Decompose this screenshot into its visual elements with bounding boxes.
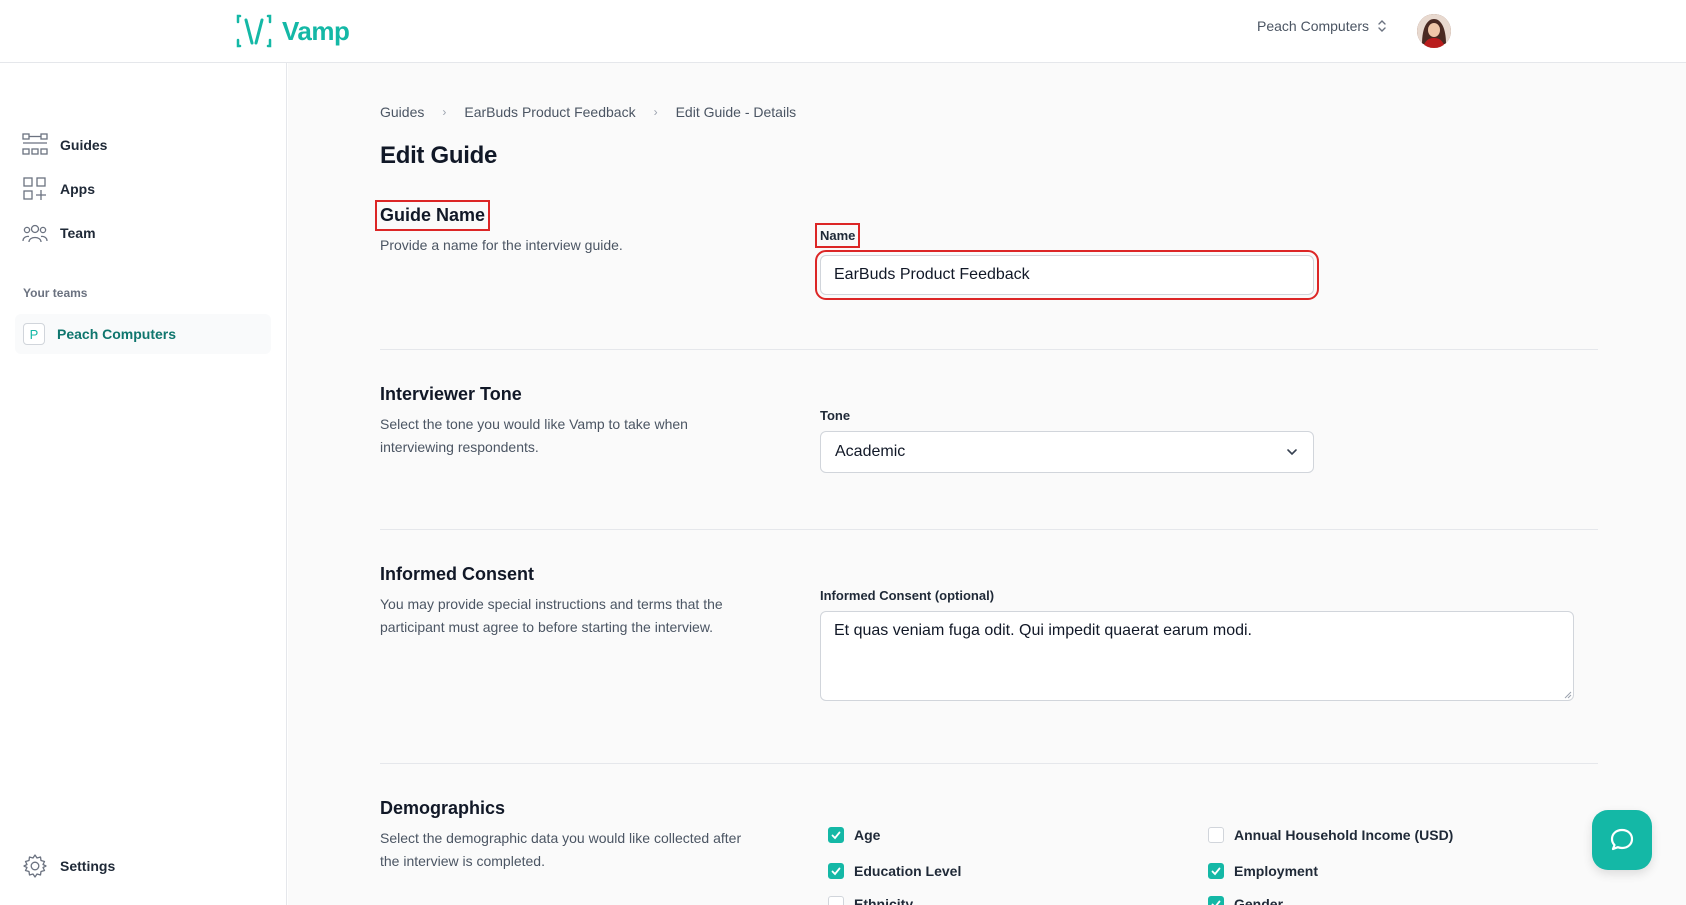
- guides-icon: [22, 133, 48, 155]
- informed-consent-description: You may provide special instructions and…: [380, 596, 723, 635]
- gear-icon: [23, 854, 47, 878]
- chevron-down-icon: [1287, 449, 1297, 456]
- team-icon: [22, 224, 48, 243]
- checkbox[interactable]: [1208, 896, 1224, 905]
- checkbox-label: Age: [854, 827, 881, 843]
- breadcrumb: Guides › EarBuds Product Feedback › Edit…: [380, 104, 796, 120]
- settings-label: Settings: [60, 858, 116, 874]
- breadcrumb-current[interactable]: Edit Guide - Details: [676, 104, 797, 120]
- guide-name-input[interactable]: [815, 250, 1319, 300]
- checkbox[interactable]: [1208, 863, 1224, 879]
- team-name: Peach Computers: [57, 326, 177, 342]
- demographic-option-income[interactable]: Annual Household Income (USD): [1208, 827, 1453, 843]
- main-content: Guides › EarBuds Product Feedback › Edit…: [288, 63, 1686, 905]
- demographic-option-ethnicity[interactable]: Ethnicity: [828, 896, 913, 905]
- checkbox[interactable]: [828, 896, 844, 905]
- demographic-option-age[interactable]: Age: [828, 827, 880, 843]
- section-divider: [380, 763, 1598, 764]
- sidebar-item-guides[interactable]: Guides: [22, 131, 107, 159]
- sidebar-item-label: Apps: [60, 181, 95, 197]
- chevron-up-down-icon: [1378, 20, 1386, 32]
- checkbox-label: Gender: [1234, 896, 1284, 905]
- your-teams-heading: Your teams: [23, 286, 88, 300]
- vamp-logo-icon: [236, 14, 272, 48]
- sidebar-item-apps[interactable]: Apps: [22, 175, 95, 203]
- brand-name: Vamp: [282, 15, 350, 46]
- sidebar-item-label: Guides: [60, 137, 108, 153]
- sidebar-item-team[interactable]: Team: [22, 219, 96, 247]
- sidebar-team-peach-computers[interactable]: P Peach Computers: [15, 314, 271, 354]
- checkbox-label: Ethnicity: [854, 896, 914, 905]
- demographics-description: Select the demographic data you would li…: [380, 830, 742, 869]
- demographic-option-gender[interactable]: Gender: [1208, 896, 1283, 905]
- sidebar: Guides Apps Team Your teams P Peach Comp…: [0, 63, 287, 905]
- tone-select-value: Academic: [835, 443, 906, 460]
- section-divider: [380, 349, 1598, 350]
- checkbox-label: Employment: [1234, 863, 1319, 879]
- sidebar-item-settings[interactable]: Settings: [22, 853, 115, 879]
- demographic-option-education[interactable]: Education Level: [828, 863, 961, 879]
- informed-consent-title: Informed Consent: [380, 564, 535, 584]
- interviewer-tone-description: Select the tone you would like Vamp to t…: [380, 416, 688, 455]
- checkmark-icon: [1211, 867, 1221, 876]
- demographic-option-employment[interactable]: Employment: [1208, 863, 1318, 879]
- team-switcher-label: Peach Computers: [1257, 18, 1370, 34]
- apps-icon: [23, 177, 46, 200]
- checkmark-icon: [831, 867, 841, 876]
- avatar-image: [1417, 14, 1451, 48]
- breadcrumb-guide[interactable]: EarBuds Product Feedback: [464, 104, 635, 120]
- checkbox[interactable]: [828, 863, 844, 879]
- checkbox[interactable]: [1208, 827, 1224, 843]
- guide-name-title: Guide Name: [374, 200, 491, 231]
- team-switcher[interactable]: Peach Computers: [1257, 18, 1387, 34]
- consent-field-label: Informed Consent (optional): [820, 588, 995, 603]
- guide-name-description: Provide a name for the interview guide.: [380, 237, 623, 253]
- checkbox[interactable]: [828, 827, 844, 843]
- vamp-logo[interactable]: Vamp: [234, 12, 350, 50]
- resize-grip-icon[interactable]: [1562, 689, 1572, 699]
- informed-consent-textarea[interactable]: Et quas veniam fuga odit. Qui impedit qu…: [820, 611, 1574, 701]
- interviewer-tone-title: Interviewer Tone: [380, 384, 522, 404]
- chat-bubble-icon: [1610, 828, 1634, 851]
- sidebar-item-label: Team: [60, 225, 96, 241]
- checkmark-icon: [831, 831, 841, 840]
- top-bar: Vamp Peach Computers: [0, 0, 1686, 63]
- checkmark-icon: [1211, 900, 1221, 905]
- breadcrumb-guides[interactable]: Guides: [380, 104, 424, 120]
- chevron-right-icon: ›: [442, 105, 447, 119]
- demographics-title: Demographics: [380, 798, 506, 818]
- team-badge: P: [23, 323, 45, 345]
- help-chat-button[interactable]: [1592, 810, 1652, 870]
- tone-select[interactable]: Academic: [820, 431, 1314, 473]
- section-divider: [380, 529, 1598, 530]
- tone-field-label: Tone: [820, 408, 851, 423]
- checkbox-label: Education Level: [854, 863, 962, 879]
- user-avatar[interactable]: [1417, 14, 1451, 48]
- chevron-right-icon: ›: [653, 105, 658, 119]
- checkbox-label: Annual Household Income (USD): [1234, 827, 1454, 843]
- name-field-label: Name: [814, 223, 861, 248]
- page-title: Edit Guide: [380, 142, 498, 169]
